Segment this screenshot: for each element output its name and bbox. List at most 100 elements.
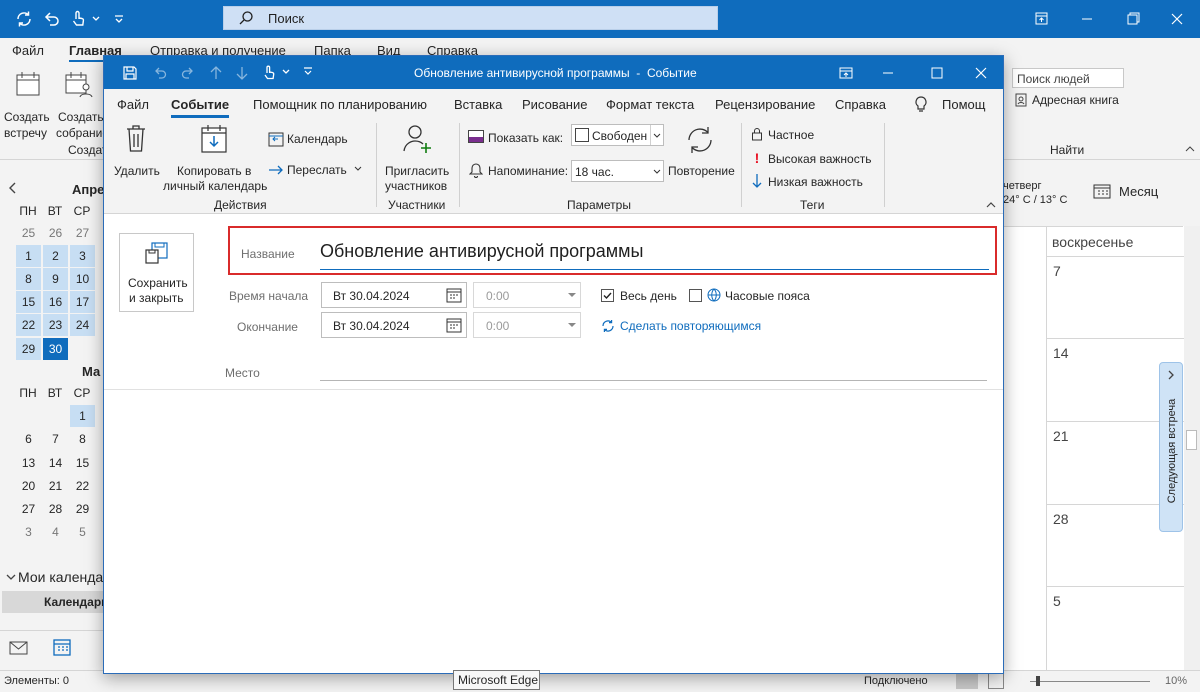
- start-time-dropdown[interactable]: 0:00: [473, 282, 581, 308]
- day-cell[interactable]: 27: [70, 222, 95, 244]
- calendar-day-cell[interactable]: 5: [1046, 586, 1184, 670]
- day-cell[interactable]: 3: [70, 245, 95, 267]
- day-cell[interactable]: 13: [16, 452, 41, 474]
- tab-file[interactable]: Файл: [12, 43, 44, 58]
- private-button[interactable]: Частное: [749, 125, 879, 145]
- end-date-input[interactable]: Вт 30.04.2024: [321, 312, 467, 338]
- restore-icon[interactable]: [1110, 0, 1156, 38]
- scrollbar-thumb[interactable]: [1186, 430, 1197, 450]
- day-cell[interactable]: 6: [16, 428, 41, 450]
- people-search-input[interactable]: Поиск людей: [1012, 68, 1124, 88]
- previous-item-icon[interactable]: [208, 65, 224, 81]
- location-input[interactable]: [320, 356, 987, 381]
- undo-icon[interactable]: [152, 65, 168, 81]
- high-importance-button[interactable]: ! Высокая важность: [749, 149, 889, 169]
- day-cell[interactable]: 27: [16, 498, 41, 520]
- time-zones-checkbox[interactable]: Часовые пояса: [689, 288, 810, 304]
- day-cell[interactable]: 2: [43, 245, 68, 267]
- chevron-down-icon[interactable]: [90, 9, 110, 29]
- day-cell[interactable]: 1: [70, 405, 95, 427]
- day-cell[interactable]: 8: [70, 428, 95, 450]
- tab-file[interactable]: Файл: [117, 97, 149, 112]
- close-icon[interactable]: [973, 65, 989, 81]
- normal-view-icon[interactable]: [956, 673, 978, 689]
- event-notes-body[interactable]: [104, 390, 1003, 672]
- day-cell[interactable]: 15: [16, 291, 41, 313]
- title-input[interactable]: Обновление антивирусной программы: [320, 234, 989, 270]
- vertical-scrollbar[interactable]: [1184, 226, 1200, 670]
- calendar-picker-icon[interactable]: [446, 317, 462, 333]
- copy-to-calendar-button[interactable]: Копировать в личный календарь: [162, 123, 268, 193]
- show-as-dropdown[interactable]: Свободен: [571, 124, 664, 146]
- calendar-module-icon[interactable]: [52, 637, 72, 657]
- day-cell[interactable]: 22: [16, 314, 41, 336]
- previous-month-icon[interactable]: [8, 182, 18, 194]
- maximize-icon[interactable]: [929, 65, 945, 81]
- ribbon-display-icon[interactable]: [838, 65, 854, 81]
- touch-mode-icon[interactable]: [68, 9, 88, 29]
- calendar-picker-icon[interactable]: [446, 287, 462, 303]
- reminder-dropdown[interactable]: 18 час.: [571, 160, 664, 182]
- new-event-button[interactable]: Создать собрание: [56, 68, 109, 140]
- zoom-slider[interactable]: [1030, 681, 1150, 682]
- customize-toolbar-icon[interactable]: [302, 66, 314, 78]
- day-cell[interactable]: 5: [70, 521, 95, 543]
- new-meeting-button[interactable]: Создать встречу: [4, 68, 50, 140]
- save-icon[interactable]: [122, 65, 138, 81]
- next-appointment-tab[interactable]: Следующая встреча: [1159, 362, 1183, 532]
- day-cell[interactable]: 15: [70, 452, 95, 474]
- touch-mode-icon[interactable]: [260, 64, 278, 82]
- all-day-checkbox[interactable]: Весь день: [601, 288, 681, 304]
- undo-icon[interactable]: [42, 9, 62, 29]
- day-cell[interactable]: 7: [43, 428, 68, 450]
- day-cell[interactable]: 26: [43, 222, 68, 244]
- calendar-day-cell[interactable]: 7: [1046, 256, 1184, 338]
- collapse-ribbon-icon[interactable]: [1184, 144, 1196, 154]
- day-cell[interactable]: 28: [43, 498, 68, 520]
- redo-icon[interactable]: [180, 65, 196, 81]
- day-cell[interactable]: 23: [43, 314, 68, 336]
- reading-view-icon[interactable]: [988, 673, 1004, 689]
- start-date-input[interactable]: Вт 30.04.2024: [321, 282, 467, 308]
- tab-draw[interactable]: Рисование: [522, 97, 587, 112]
- make-recurring-link[interactable]: Сделать повторяющимся: [601, 318, 771, 334]
- next-item-icon[interactable]: [234, 65, 250, 81]
- day-cell[interactable]: 24: [70, 314, 95, 336]
- day-cell[interactable]: 29: [16, 338, 41, 360]
- invite-attendees-button[interactable]: Пригласить участников: [383, 123, 451, 193]
- day-cell[interactable]: 22: [70, 475, 95, 497]
- collapse-ribbon-icon[interactable]: [985, 200, 997, 210]
- zoom-slider-thumb[interactable]: [1036, 676, 1040, 686]
- save-and-close-button[interactable]: Сохранить и закрыть: [119, 233, 194, 312]
- sync-icon[interactable]: [14, 9, 34, 29]
- delete-button[interactable]: Удалить: [110, 123, 162, 181]
- day-cell[interactable]: 16: [43, 291, 68, 313]
- tab-help[interactable]: Справка: [835, 97, 886, 112]
- day-cell[interactable]: 21: [43, 475, 68, 497]
- day-cell-selected[interactable]: 30: [43, 338, 68, 360]
- day-cell[interactable]: 20: [16, 475, 41, 497]
- ribbon-display-icon[interactable]: [1018, 0, 1064, 38]
- minimize-icon[interactable]: [1064, 0, 1110, 38]
- low-importance-button[interactable]: Низкая важность: [749, 172, 889, 192]
- day-cell[interactable]: 9: [43, 268, 68, 290]
- tell-me-search[interactable]: Помощ: [942, 97, 985, 112]
- day-cell[interactable]: 17: [70, 291, 95, 313]
- day-cell[interactable]: 1: [16, 245, 41, 267]
- close-icon[interactable]: [1154, 0, 1200, 38]
- mail-icon[interactable]: [9, 640, 29, 656]
- end-time-dropdown[interactable]: 0:00: [473, 312, 581, 338]
- tab-event[interactable]: Событие: [171, 97, 230, 118]
- calendar-list-item[interactable]: Календарь: [2, 591, 109, 613]
- minimize-icon[interactable]: [880, 65, 896, 81]
- forward-button[interactable]: Переслать: [268, 160, 368, 180]
- recurrence-button[interactable]: Повторение: [667, 123, 735, 181]
- calendar-button[interactable]: Календарь: [268, 129, 354, 149]
- tab-scheduling-assistant[interactable]: Помощник по планированию: [253, 97, 427, 112]
- day-cell[interactable]: 4: [43, 521, 68, 543]
- customize-toolbar-icon[interactable]: [112, 9, 132, 29]
- day-cell[interactable]: 3: [16, 521, 41, 543]
- day-cell[interactable]: 8: [16, 268, 41, 290]
- tab-format-text[interactable]: Формат текста: [606, 97, 694, 112]
- day-cell[interactable]: 14: [43, 452, 68, 474]
